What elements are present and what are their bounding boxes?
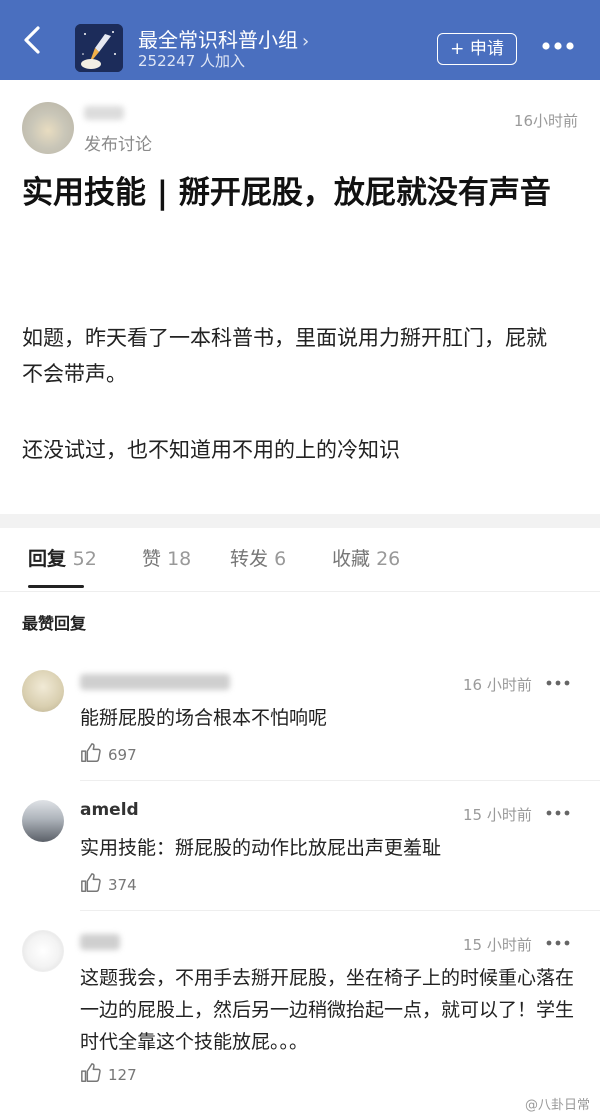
- comment-divider: [80, 910, 600, 911]
- more-options-icon[interactable]: [546, 940, 570, 946]
- group-avatar[interactable]: [75, 24, 123, 72]
- tab-likes[interactable]: 赞 18: [142, 544, 191, 571]
- commenter-name[interactable]: ameld: [80, 800, 139, 820]
- comment-text: 这题我会，不用手去掰开屁股，坐在椅子上的时候重心落在一边的屁股上，然后另一边稍微…: [80, 967, 575, 1053]
- back-arrow-icon[interactable]: [18, 22, 48, 58]
- thumbs-up-icon: [81, 743, 101, 762]
- like-button[interactable]: 127: [80, 1062, 150, 1086]
- comment-time: 16 小时前: [463, 676, 532, 694]
- tab-reposts[interactable]: 转发 6: [230, 544, 286, 571]
- post-time: 16小时前: [513, 112, 578, 130]
- rocket-icon: [75, 24, 123, 72]
- comment-time: 15 小时前: [463, 806, 532, 824]
- like-count: 697: [108, 746, 137, 764]
- tab-count: 6: [274, 548, 287, 570]
- group-header: 最全常识科普小组 › 252247 人加入 + 申请: [0, 0, 600, 80]
- tab-label: 转发: [230, 548, 269, 570]
- group-name-text: 最全常识科普小组: [138, 28, 298, 52]
- like-count: 374: [108, 876, 137, 894]
- tab-label: 回复: [28, 548, 67, 570]
- commenter-avatar[interactable]: [22, 800, 64, 842]
- commenter-avatar[interactable]: [22, 670, 64, 712]
- like-button[interactable]: 374: [80, 872, 150, 896]
- post-body: 如题，昨天看了一本科普书，里面说用力掰开肛门，屁就不会带声。 还没试过，也不知道…: [22, 320, 552, 468]
- comment-divider: [80, 780, 600, 781]
- comment-time: 15 小时前: [463, 936, 532, 954]
- comment-text: 实用技能：掰屁股的动作比放屁出声更羞耻: [80, 837, 442, 859]
- author-name-blurred[interactable]: [84, 106, 124, 120]
- tab-favorites[interactable]: 收藏 26: [332, 544, 400, 571]
- post-title: 实用技能 | 掰开屁股，放屁就没有声音: [22, 175, 551, 211]
- tab-count: 52: [72, 548, 97, 570]
- commenter-avatar[interactable]: [22, 930, 64, 972]
- more-options-icon[interactable]: [546, 680, 570, 686]
- commenter-name-blurred[interactable]: [80, 674, 230, 690]
- section-title: 最赞回复: [22, 614, 87, 633]
- thumbs-up-icon: [81, 1063, 101, 1082]
- thumbs-up-icon: [81, 873, 101, 892]
- group-name[interactable]: 最全常识科普小组 ›: [138, 28, 309, 54]
- post-body-paragraph: 还没试过，也不知道用不用的上的冷知识: [22, 438, 400, 462]
- tab-replies[interactable]: 回复 52: [28, 544, 97, 571]
- commenter-name-blurred[interactable]: [80, 934, 120, 950]
- more-options-icon[interactable]: [546, 810, 570, 816]
- tab-label: 收藏: [332, 548, 371, 570]
- post-body-paragraph: 如题，昨天看了一本科普书，里面说用力掰开肛门，屁就不会带声。: [22, 326, 547, 386]
- author-avatar[interactable]: [22, 102, 74, 154]
- tab-label: 赞: [142, 548, 162, 570]
- more-options-icon[interactable]: [540, 40, 576, 52]
- tabs-divider: [0, 591, 600, 592]
- comment-text: 能掰屁股的场合根本不怕响呢: [80, 707, 328, 729]
- section-divider: [0, 514, 600, 528]
- like-button[interactable]: 697: [80, 742, 150, 766]
- author-action: 发布讨论: [84, 135, 152, 155]
- member-count: 252247 人加入: [138, 52, 246, 70]
- tab-count: 26: [376, 548, 401, 570]
- watermark: @八卦日常: [524, 1098, 590, 1113]
- chevron-right-icon: ›: [302, 31, 310, 52]
- tab-count: 18: [167, 548, 192, 570]
- apply-button[interactable]: + 申请: [437, 33, 517, 65]
- active-tab-indicator: [28, 585, 84, 588]
- like-count: 127: [108, 1066, 137, 1084]
